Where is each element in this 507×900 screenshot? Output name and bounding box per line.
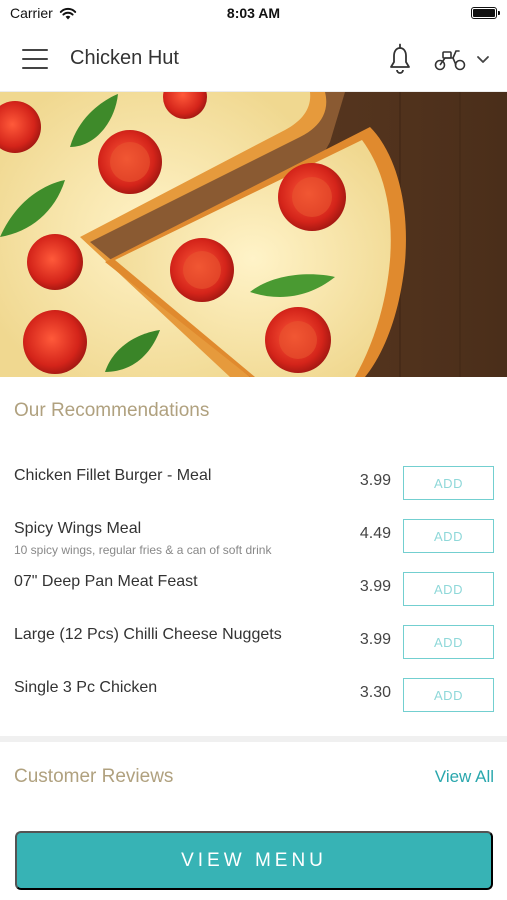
status-left: Carrier xyxy=(10,5,77,21)
recommendations-list: Chicken Fillet Burger - Meal 3.99 ADD Sp… xyxy=(0,455,507,720)
add-button[interactable]: ADD xyxy=(403,678,494,712)
item-name: Large (12 Pcs) Chilli Cheese Nuggets xyxy=(14,626,282,643)
menu-item: Spicy Wings Meal 10 spicy wings, regular… xyxy=(0,508,507,561)
view-all-link[interactable]: View All xyxy=(435,767,494,787)
item-name: 07" Deep Pan Meat Feast xyxy=(14,573,198,590)
app-header: Chicken Hut xyxy=(0,26,507,92)
view-menu-button[interactable]: VIEW MENU xyxy=(15,831,493,890)
item-name: Spicy Wings Meal xyxy=(14,520,142,537)
add-button[interactable]: ADD xyxy=(403,519,494,553)
menu-item: Chicken Fillet Burger - Meal 3.99 ADD xyxy=(0,455,507,508)
battery-level xyxy=(473,9,495,17)
add-button[interactable]: ADD xyxy=(403,625,494,659)
recommendations-title: Our Recommendations xyxy=(14,400,210,421)
add-button[interactable]: ADD xyxy=(403,572,494,606)
status-bar: Carrier 8:03 AM xyxy=(0,0,507,26)
item-name: Single 3 Pc Chicken xyxy=(14,679,158,696)
item-description: 10 spicy wings, regular fries & a can of… xyxy=(14,543,272,557)
item-price: 4.49 xyxy=(359,525,391,542)
menu-icon[interactable] xyxy=(22,48,48,69)
item-price: 3.99 xyxy=(359,472,391,489)
item-name: Chicken Fillet Burger - Meal xyxy=(14,467,212,484)
battery-icon xyxy=(471,7,500,19)
pizza-photo xyxy=(0,92,507,377)
carrier-label: Carrier xyxy=(10,5,53,21)
restaurant-title: Chicken Hut xyxy=(70,47,179,69)
bell-icon[interactable] xyxy=(385,42,415,76)
section-divider xyxy=(0,736,507,742)
chevron-down-icon[interactable] xyxy=(475,51,491,67)
reviews-title: Customer Reviews xyxy=(14,766,174,787)
hero-image xyxy=(0,92,507,377)
menu-item: 07" Deep Pan Meat Feast 3.99 ADD xyxy=(0,561,507,614)
menu-item: Single 3 Pc Chicken 3.30 ADD xyxy=(0,667,507,720)
item-price: 3.99 xyxy=(359,578,391,595)
add-button[interactable]: ADD xyxy=(403,466,494,500)
wifi-icon xyxy=(59,7,76,19)
item-price: 3.30 xyxy=(359,684,391,701)
item-price: 3.99 xyxy=(359,631,391,648)
menu-item: Large (12 Pcs) Chilli Cheese Nuggets 3.9… xyxy=(0,614,507,667)
scooter-icon[interactable] xyxy=(433,46,467,72)
